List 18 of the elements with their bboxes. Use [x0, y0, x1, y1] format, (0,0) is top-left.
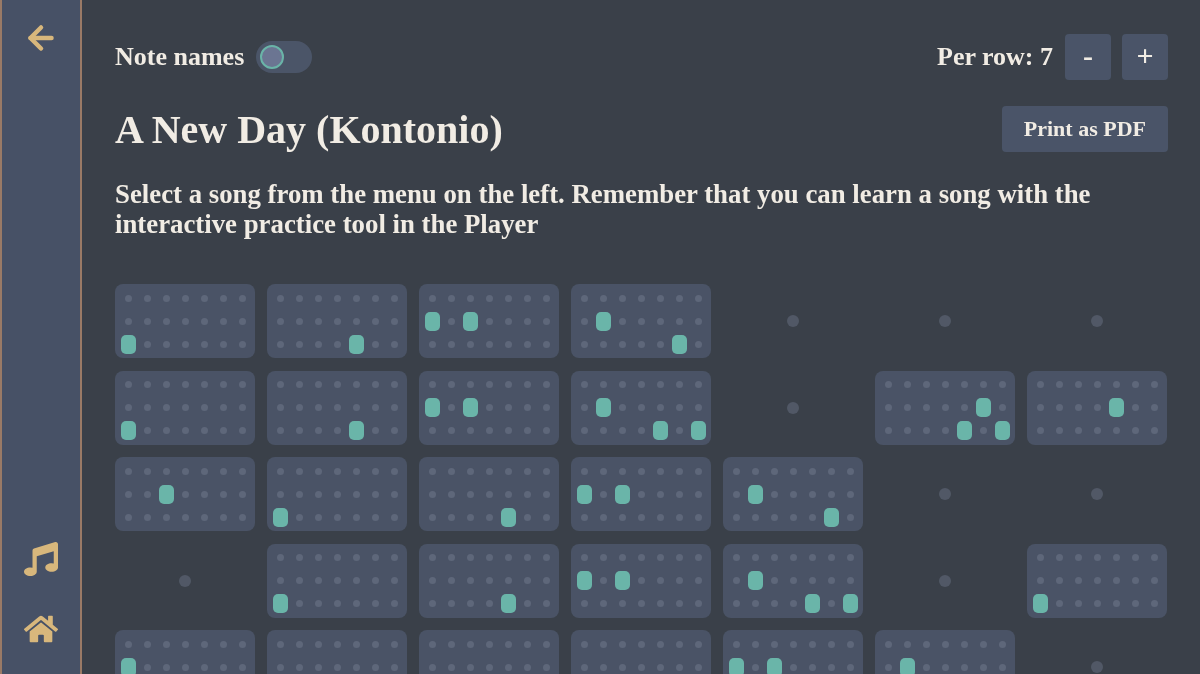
step-button[interactable]: +	[1122, 34, 1168, 80]
rest-dot-icon	[179, 574, 191, 587]
music-note-icon[interactable]	[24, 542, 58, 576]
song-description: Select a song from the menu on the left. Remember that you can learn a song with the interactive practice tool in the Player	[115, 179, 1092, 239]
rest-dot-icon	[787, 401, 799, 414]
rest-dot-icon	[1091, 661, 1103, 673]
rest-dot-icon	[787, 315, 799, 327]
step-button[interactable]: -	[1065, 34, 1111, 80]
toggle-label: Note names	[115, 42, 245, 72]
note-names-toggle[interactable]	[256, 41, 313, 73]
per-row-label: Per row: 7	[937, 42, 1053, 72]
rest-dot-icon	[939, 574, 951, 587]
rest-dot-icon	[939, 315, 951, 327]
song-title: A New Day (Kontonio)	[115, 105, 503, 153]
rest-dot-icon	[939, 488, 951, 500]
rest-dot-icon	[1091, 488, 1103, 500]
rest-dot-icon	[1091, 315, 1103, 327]
print-button[interactable]: Print as PDF	[1001, 106, 1168, 152]
